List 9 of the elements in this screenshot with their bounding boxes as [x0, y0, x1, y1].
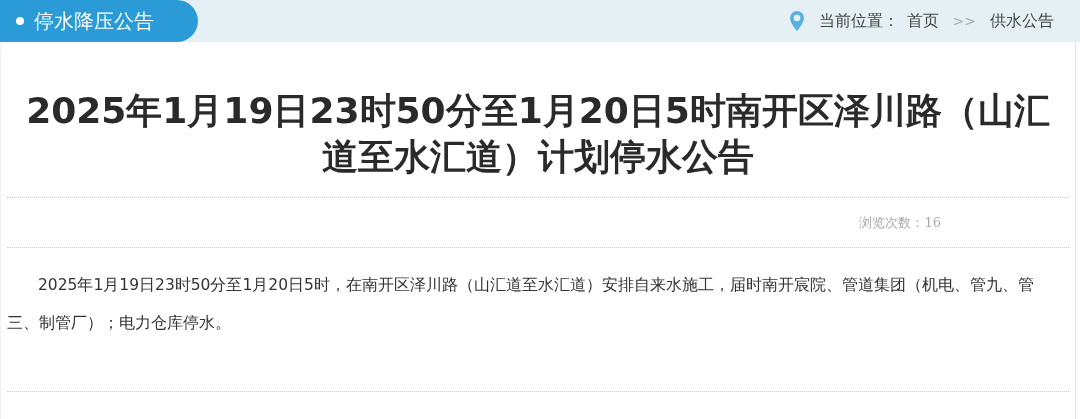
article-body: 2025年1月19日23时50分至1月20日5时，在南开区泽川路（山汇道至水汇道）安排自来水施工，届时南开宸院、管道集团（机电、管九、管三、制管厂）；电力仓库停水。	[7, 275, 1035, 334]
breadcrumb-link[interactable]: 首页	[906, 10, 939, 32]
article-title: 2025年1月19日23时50分至1月20日5时南开区泽川路（山汇道至水汇道）计划停水公告	[25, 89, 1051, 179]
location-pin-icon	[788, 10, 805, 32]
breadcrumb-label: 当前位置：	[818, 10, 899, 32]
view-count: 浏览次数：16	[859, 213, 941, 232]
breadcrumb-link[interactable]: 供水公告	[990, 10, 1054, 32]
breadcrumb-separator: >>	[952, 13, 976, 29]
bullet-icon	[16, 17, 24, 25]
